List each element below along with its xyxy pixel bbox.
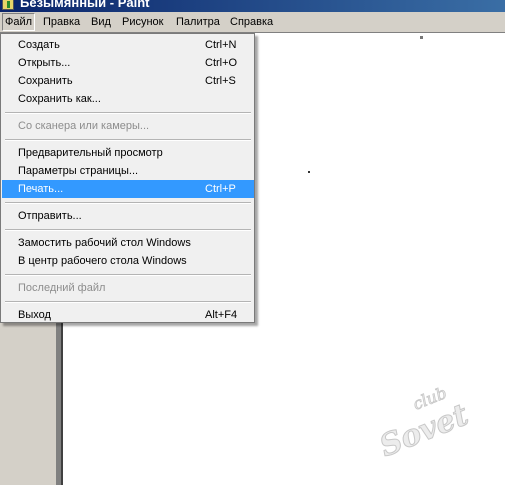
menu-edit[interactable]: Правка (40, 13, 83, 31)
menu-item-page-setup[interactable]: Параметры страницы... (2, 162, 254, 180)
menu-item-label: Выход (18, 309, 51, 321)
menu-separator (5, 139, 251, 141)
menu-item-label: Сохранить как... (18, 93, 101, 105)
menu-item-exit[interactable]: Выход Alt+F4 (2, 306, 254, 324)
canvas-pixel (308, 171, 310, 173)
menu-help[interactable]: Справка (227, 13, 276, 31)
menu-item-shortcut: Ctrl+O (205, 57, 238, 69)
menu-item-from-scanner: Со сканера или камеры... (2, 117, 254, 135)
paint-app-icon[interactable] (2, 0, 14, 10)
menu-item-label: Предварительный просмотр (18, 147, 163, 159)
menu-item-shortcut: Alt+F4 (205, 309, 238, 321)
menu-colors[interactable]: Палитра (173, 13, 223, 31)
menu-item-print-preview[interactable]: Предварительный просмотр (2, 144, 254, 162)
menu-item-save[interactable]: Сохранить Ctrl+S (2, 72, 254, 90)
menu-item-shortcut: Ctrl+N (205, 39, 237, 51)
menu-item-label: Отправить... (18, 210, 82, 222)
menu-item-label: Открыть... (18, 57, 71, 69)
menu-item-new[interactable]: Создать Ctrl+N (2, 36, 254, 54)
menu-separator (5, 274, 251, 276)
menu-bar: Файл Правка Вид Рисунок Палитра Справка (0, 12, 505, 33)
menu-image[interactable]: Рисунок (119, 13, 167, 31)
menu-item-label: Замостить рабочий стол Windows (18, 237, 191, 249)
menu-item-send[interactable]: Отправить... (2, 207, 254, 225)
menu-item-label: В центр рабочего стола Windows (18, 255, 187, 267)
menu-item-shortcut: Ctrl+S (205, 75, 236, 87)
menu-view[interactable]: Вид (88, 13, 114, 31)
menu-item-label: Печать... (18, 183, 64, 195)
menu-item-shortcut: Ctrl+P (205, 183, 236, 195)
menu-separator (5, 112, 251, 114)
menu-item-open[interactable]: Открыть... Ctrl+O (2, 54, 254, 72)
menu-item-label: Последний файл (18, 282, 106, 294)
menu-separator (5, 229, 251, 231)
menu-item-tile-wallpaper[interactable]: Замостить рабочий стол Windows (2, 234, 254, 252)
file-menu-dropdown: Создать Ctrl+N Открыть... Ctrl+O Сохрани… (0, 33, 255, 323)
menu-separator (5, 202, 251, 204)
menu-item-label: Параметры страницы... (18, 165, 139, 177)
title-bar: Безымянный - Paint (0, 0, 505, 12)
menu-item-label: Создать (18, 39, 60, 51)
menu-item-center-wallpaper[interactable]: В центр рабочего стола Windows (2, 252, 254, 270)
canvas-resize-handle[interactable] (420, 36, 423, 39)
window-title: Безымянный - Paint (20, 0, 150, 10)
clubsovet-watermark-logo: club Sovet (374, 383, 474, 460)
menu-item-recent-file: Последний файл (2, 279, 254, 297)
menu-item-print[interactable]: Печать... Ctrl+P (2, 180, 254, 198)
menu-item-save-as[interactable]: Сохранить как... (2, 90, 254, 108)
menu-separator (5, 301, 251, 303)
menu-item-label: Сохранить (18, 75, 73, 87)
menu-item-label: Со сканера или камеры... (18, 120, 150, 132)
menu-file[interactable]: Файл (2, 13, 36, 31)
